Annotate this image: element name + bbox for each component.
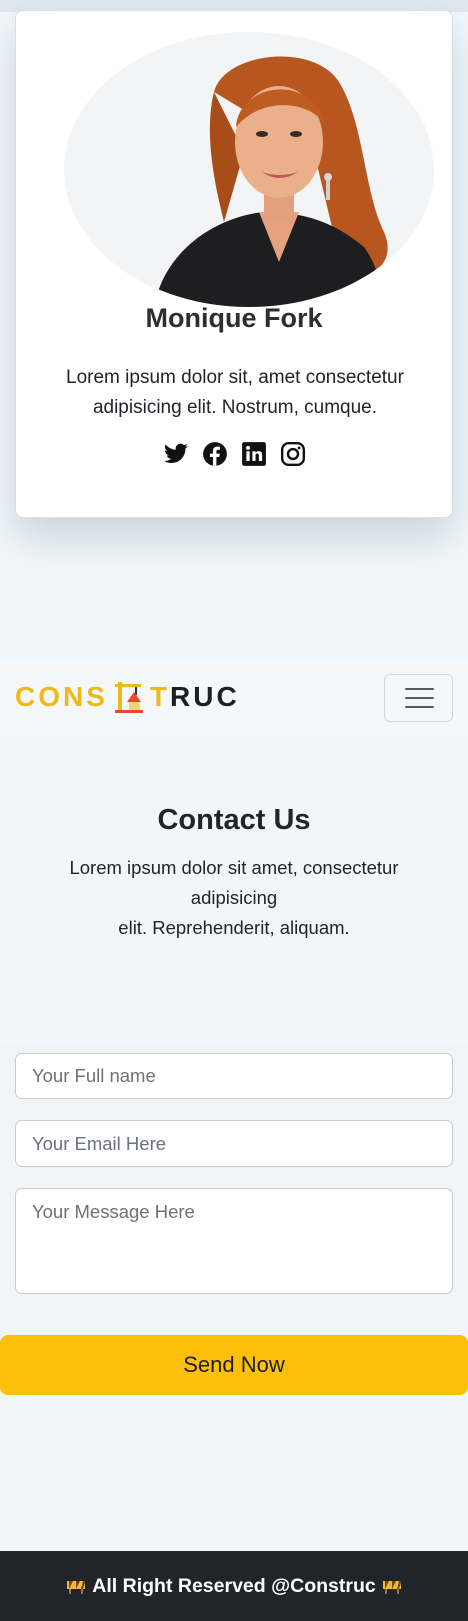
navbar: CONS T RUC [0, 660, 468, 736]
brand-text-mid: T [149, 681, 171, 712]
email-input[interactable] [15, 1120, 453, 1167]
facebook-icon[interactable] [202, 441, 228, 467]
instagram-icon[interactable] [280, 441, 306, 467]
contact-description: Lorem ipsum dolor sit amet, consectetur … [45, 853, 423, 943]
message-textarea[interactable] [15, 1188, 453, 1294]
linkedin-icon[interactable] [241, 441, 267, 467]
full-name-input[interactable] [15, 1053, 453, 1099]
hamburger-menu-icon[interactable] [384, 674, 453, 722]
footer: All Right Reserved @Construc [0, 1551, 468, 1621]
brand-text-left: CONS [15, 681, 108, 712]
brand-text-right: RUC [170, 681, 240, 712]
team-member-photo [64, 32, 434, 307]
brand-logo[interactable]: CONS T RUC [15, 680, 240, 714]
team-member-card: Monique Fork Lorem ipsum dolor sit, amet… [15, 10, 453, 518]
twitter-icon[interactable] [163, 441, 189, 467]
social-links [16, 441, 452, 467]
construction-barrier-icon [382, 1577, 402, 1595]
footer-copyright: All Right Reserved @Construc [92, 1574, 376, 1597]
contact-description-line2: elit. Reprehenderit, aliquam. [118, 917, 350, 938]
crane-icon [114, 682, 143, 713]
contact-title: Contact Us [157, 804, 311, 836]
team-member-name: Monique Fork [145, 303, 323, 333]
team-member-description: Lorem ipsum dolor sit, amet consectetur … [66, 367, 404, 418]
contact-description-line1: Lorem ipsum dolor sit amet, consectetur … [69, 857, 399, 908]
send-now-button[interactable]: Send Now [0, 1335, 468, 1395]
construction-barrier-icon [66, 1577, 86, 1595]
